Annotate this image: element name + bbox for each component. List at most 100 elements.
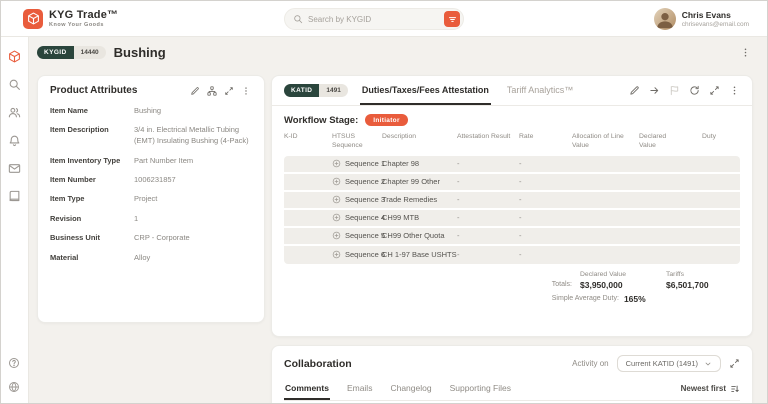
activity-select[interactable]: Current KATID (1491) [616,355,721,372]
attribute-row: Item Description 3/4 in. Electrical Metal… [50,125,252,147]
attribute-row: Business Unit CRP - Corporate [50,233,252,244]
brand-subtitle: Know Your Goods [49,22,104,28]
table-row[interactable]: Sequence 6 CH 1-97 Base USHTS - - [284,246,740,264]
add-circle-icon[interactable] [332,159,341,168]
tab-changelog[interactable]: Changelog [389,380,432,400]
tariffs-total: $6,501,700 [666,279,709,290]
table-row[interactable]: Sequence 5 CH99 Other Quota - - [284,228,740,246]
attribute-row: Item Name Bushing [50,106,252,117]
left-sidebar [1,37,29,403]
collaboration-panel: Collaboration Activity on Current KATID … [271,345,753,403]
sort-order-button[interactable]: Newest first [681,384,740,397]
user-avatar[interactable] [653,7,676,30]
attribute-row: Material Alloy [50,253,252,264]
tab-comments[interactable]: Comments [284,380,330,400]
table-row[interactable]: Sequence 4 CH99 MTB - - [284,210,740,228]
description-cell: Chapter 99 Other [382,177,440,187]
add-circle-icon[interactable] [332,250,341,259]
collapse-panel-button[interactable] [709,85,720,96]
attribute-value: Project [134,194,158,204]
table-row[interactable]: Sequence 2 Chapter 99 Other - - [284,174,740,192]
totals-section: Declared Value Tariffs Totals: $3,950,00… [552,271,738,304]
search-icon [293,14,303,24]
sidebar-item-library[interactable] [8,190,21,203]
sidebar-item-language[interactable] [8,380,21,393]
sidebar-item-messages[interactable] [8,162,21,175]
attribute-label: Business Unit [50,233,101,243]
kebab-icon [744,48,747,57]
flag-button[interactable] [669,85,680,96]
edit-button[interactable] [629,85,640,96]
totals-label: Totals: [551,281,572,289]
attribute-label: Item Inventory Type [50,155,121,165]
attestation-panel: KATID 1491 Duties/Taxes/Fees Attestation… [271,75,753,337]
search-filter-button[interactable] [444,11,460,27]
brand-title: KYG Trade™ [49,9,119,21]
main-content: KYGID 14440 Bushing Product Attributes I… [29,37,767,403]
activity-select-value: Current KATID (1491) [625,359,698,368]
description-cell: Chapter 98 [382,159,420,169]
table-row[interactable]: Sequence 1 Chapter 98 - - [284,156,740,174]
edit-button[interactable] [190,86,200,96]
sequence-label: Sequence 5 [345,231,386,241]
search-input[interactable] [308,14,439,24]
attribute-row: Item Type Project [50,194,252,205]
attestation-kebab-menu[interactable] [729,85,740,96]
forward-button[interactable] [649,85,660,96]
rate-cell: - [519,159,522,169]
sidebar-item-help[interactable] [8,356,21,369]
app-window: KYG Trade™ Know Your Goods Chris Evans c… [0,0,768,404]
tab-tariff-analytics[interactable]: Tariff Analytics™ [505,76,575,105]
collapse-panel-button[interactable] [224,86,234,96]
sidebar-item-contacts[interactable] [8,106,21,119]
user-name: Chris Evans [681,9,731,20]
column-header: Duty [702,133,716,140]
refresh-button[interactable] [689,85,700,96]
attestation-result-cell: - [457,177,460,187]
add-circle-icon[interactable] [332,231,341,240]
attribute-label: Item Name [50,106,88,115]
kyg-logo-icon [23,8,43,29]
table-row[interactable]: Sequence 3 Trade Remedies - - [284,192,740,210]
attestation-result-cell: - [457,250,460,260]
tab-duties-taxes-fees[interactable]: Duties/Taxes/Fees Attestation [359,76,491,105]
brand-logo[interactable]: KYG Trade™ Know Your Goods [23,8,119,29]
rate-cell: - [519,250,522,260]
tab-emails[interactable]: Emails [346,380,374,400]
collapse-panel-button[interactable] [729,358,740,369]
collapse-icon [225,86,233,95]
rate-cell: - [519,231,522,241]
sidebar-item-search[interactable] [8,78,21,91]
add-circle-icon[interactable] [332,177,341,186]
package-icon [9,50,20,63]
rate-cell: - [519,213,522,223]
katid-label: KATID [284,84,320,97]
kebab-icon [733,86,736,95]
kebab-icon [245,86,247,95]
attribute-row: Item Inventory Type Part Number Item [50,156,252,167]
attribute-value: Alloy [134,252,151,262]
product-attributes-kebab-menu[interactable] [241,85,252,96]
global-search[interactable] [284,8,464,30]
filter-icon [448,16,456,22]
attribute-value: 3/4 in. Electrical Metallic Tubing (EMT)… [134,125,249,146]
add-circle-icon[interactable] [332,195,341,204]
add-circle-icon[interactable] [332,213,341,222]
sidebar-item-notifications[interactable] [8,134,21,147]
column-header: Attestation Result [457,133,511,140]
hierarchy-button[interactable] [207,85,217,96]
user-email: chrisevans@email.com [681,20,749,28]
book-icon [9,190,20,202]
description-cell: CH 1-97 Base USHTS [382,250,457,260]
simple-average-duty-label: Simple Average Duty: [551,295,619,303]
user-menu[interactable]: Chris Evans chrisevans@email.com [653,7,749,30]
description-cell: Trade Remedies [382,195,438,205]
sequence-label: Sequence 3 [345,195,386,205]
tab-supporting-files[interactable]: Supporting Files [449,380,512,400]
collapse-icon [730,359,739,368]
page-kebab-menu[interactable] [740,47,751,58]
sidebar-item-products[interactable] [8,50,21,63]
pencil-icon [191,86,199,95]
attestation-result-cell: - [457,231,460,241]
workflow-stage: Workflow Stage: Initiator [272,106,752,131]
